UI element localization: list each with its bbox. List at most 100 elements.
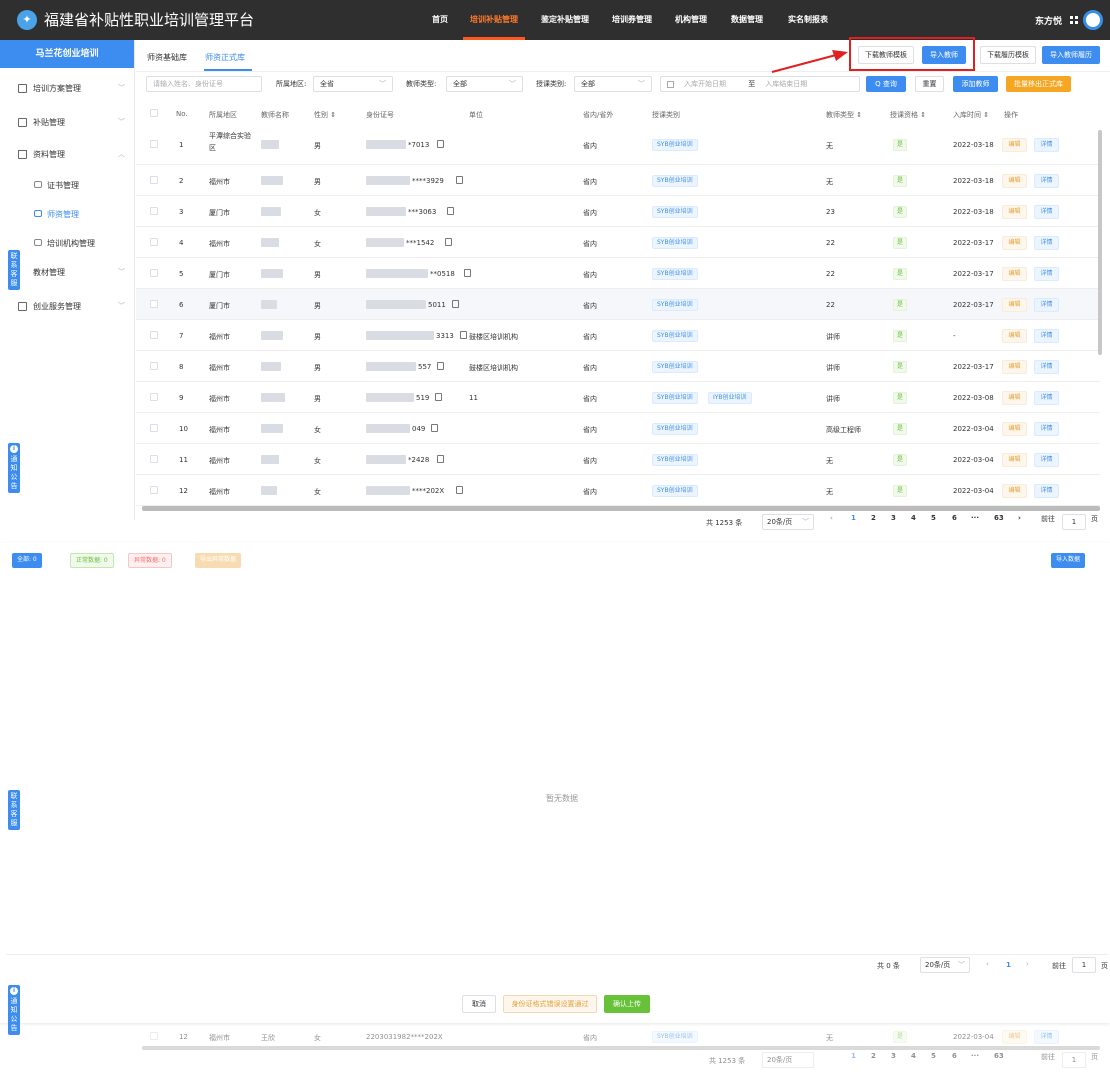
- tab-teacher-base[interactable]: 师资基础库: [147, 52, 187, 63]
- page-3[interactable]: 3: [891, 1052, 896, 1060]
- detail-button[interactable]: 详情: [1034, 236, 1059, 250]
- detail-button[interactable]: 详情: [1034, 360, 1059, 374]
- edit-button[interactable]: 编辑: [1002, 484, 1027, 498]
- copy-icon[interactable]: [464, 269, 471, 277]
- nav-training-subsidy[interactable]: 培训补贴管理: [470, 14, 518, 25]
- filter-normal[interactable]: 正常数据: 0: [70, 553, 114, 568]
- col-date[interactable]: 入库时间 ⇕: [953, 110, 989, 120]
- copy-icon[interactable]: [456, 486, 463, 494]
- page-4[interactable]: 4: [911, 514, 916, 522]
- search-input[interactable]: 请输入姓名、身份证号: [146, 76, 262, 92]
- detail-button[interactable]: 详情: [1034, 267, 1059, 281]
- edit-button[interactable]: 编辑: [1002, 236, 1027, 250]
- row-checkbox[interactable]: [150, 393, 158, 401]
- page-6[interactable]: 6: [952, 1052, 957, 1060]
- page-3[interactable]: 3: [891, 514, 896, 522]
- goto-input[interactable]: 1: [1062, 1052, 1086, 1068]
- reset-button[interactable]: 重置: [915, 76, 944, 92]
- page-ellipsis[interactable]: ···: [971, 1052, 979, 1060]
- nav-home[interactable]: 首页: [432, 14, 448, 25]
- copy-icon[interactable]: [435, 393, 442, 401]
- copy-icon[interactable]: [431, 424, 438, 432]
- nav-data[interactable]: 数据管理: [731, 14, 763, 25]
- row-checkbox[interactable]: [150, 331, 158, 339]
- edit-button[interactable]: 编辑: [1002, 267, 1027, 281]
- edit-button[interactable]: 编辑: [1002, 453, 1027, 467]
- next-page-icon[interactable]: ›: [1018, 514, 1021, 522]
- page-2[interactable]: 2: [871, 514, 876, 522]
- import-data-button[interactable]: 导入数据: [1051, 553, 1086, 568]
- col-teacher-type[interactable]: 教师类型 ⇕: [826, 110, 862, 120]
- sidebar-item-training-plan[interactable]: 培训方案管理 ﹀: [0, 79, 135, 99]
- row-checkbox[interactable]: [150, 455, 158, 463]
- page-size-select[interactable]: 20条/页: [762, 1052, 814, 1068]
- detail-button[interactable]: 详情: [1034, 298, 1059, 312]
- sidebar-header[interactable]: 马兰花创业培训: [0, 40, 134, 68]
- download-resume-template-button[interactable]: 下载履历模板: [980, 46, 1036, 64]
- notice-tab[interactable]: i 通知公告: [8, 443, 20, 493]
- edit-button[interactable]: 编辑: [1002, 298, 1027, 312]
- page-ellipsis[interactable]: ···: [971, 514, 979, 522]
- row-checkbox[interactable]: [150, 238, 158, 246]
- row-checkbox[interactable]: [150, 1032, 158, 1040]
- page-4[interactable]: 4: [911, 1052, 916, 1060]
- next-page-icon[interactable]: ›: [1026, 960, 1029, 968]
- add-teacher-button[interactable]: 添加教师: [953, 76, 998, 92]
- horizontal-scrollbar[interactable]: [142, 1046, 1100, 1050]
- vertical-scrollbar[interactable]: [1098, 130, 1102, 355]
- user-name[interactable]: 东方悦: [1035, 14, 1062, 27]
- import-resume-button[interactable]: 导入教师履历: [1042, 46, 1100, 64]
- row-checkbox[interactable]: [150, 486, 158, 494]
- page-5[interactable]: 5: [931, 514, 936, 522]
- detail-button[interactable]: 详情: [1034, 422, 1059, 436]
- detail-button[interactable]: 详情: [1034, 205, 1059, 219]
- edit-button[interactable]: 编辑: [1002, 205, 1027, 219]
- detail-button[interactable]: 详情: [1034, 329, 1059, 343]
- row-checkbox[interactable]: [150, 362, 158, 370]
- date-range-input[interactable]: 入库开始日期 至 入库结束日期: [660, 76, 860, 92]
- prev-page-icon[interactable]: ‹: [986, 960, 989, 968]
- detail-button[interactable]: 详情: [1034, 174, 1059, 188]
- edit-button[interactable]: 编辑: [1002, 391, 1027, 405]
- row-checkbox[interactable]: [150, 176, 158, 184]
- filter-all[interactable]: 全部: 0: [12, 553, 42, 568]
- page-1[interactable]: 1: [851, 514, 856, 522]
- export-abnormal-button[interactable]: 导出异常数据: [195, 553, 242, 568]
- copy-icon[interactable]: [456, 176, 463, 184]
- sidebar-item-textbooks[interactable]: 教材管理 ﹀: [0, 263, 135, 283]
- nav-institution[interactable]: 机构管理: [675, 14, 707, 25]
- row-checkbox[interactable]: [150, 140, 158, 148]
- edit-button[interactable]: 编辑: [1002, 174, 1027, 188]
- avatar[interactable]: [1083, 10, 1103, 30]
- row-checkbox[interactable]: [150, 300, 158, 308]
- col-gender[interactable]: 性别 ⇕: [314, 110, 336, 120]
- sidebar-item-materials[interactable]: 资料管理 ︿: [0, 145, 135, 165]
- sidebar-item-certificates[interactable]: 证书管理: [0, 176, 135, 196]
- copy-icon[interactable]: [437, 455, 444, 463]
- horizontal-scrollbar[interactable]: [142, 506, 1100, 511]
- apps-grid-icon[interactable]: [1070, 16, 1078, 24]
- nav-report[interactable]: 实名制报表: [788, 14, 828, 25]
- row-checkbox[interactable]: [150, 207, 158, 215]
- detail-button[interactable]: 详情: [1034, 453, 1059, 467]
- contact-service-tab-2[interactable]: 联系客服: [8, 790, 20, 830]
- cancel-button[interactable]: 取消: [462, 995, 496, 1013]
- row-checkbox[interactable]: [150, 269, 158, 277]
- region-select[interactable]: 全省 ﹀: [313, 76, 393, 92]
- tab-teacher-formal[interactable]: 师资正式库: [205, 52, 245, 63]
- edit-button[interactable]: 编辑: [1002, 1030, 1027, 1044]
- row-checkbox[interactable]: [150, 424, 158, 432]
- page-6[interactable]: 6: [952, 514, 957, 522]
- select-all-checkbox[interactable]: [150, 109, 158, 117]
- sidebar-item-startup-service[interactable]: 创业服务管理 ﹀: [0, 297, 135, 317]
- notice-tab-2[interactable]: i 通知公告: [8, 985, 20, 1035]
- confirm-upload-button[interactable]: 确认上传: [604, 995, 650, 1013]
- goto-input[interactable]: 1: [1062, 514, 1086, 530]
- page-2[interactable]: 2: [871, 1052, 876, 1060]
- copy-icon[interactable]: [445, 238, 452, 246]
- edit-button[interactable]: 编辑: [1002, 138, 1027, 152]
- sidebar-item-institutions[interactable]: 培训机构管理: [0, 234, 135, 254]
- query-button[interactable]: Q 查询: [866, 76, 906, 92]
- detail-button[interactable]: 详情: [1034, 138, 1059, 152]
- contact-service-tab[interactable]: 联系客服: [8, 250, 20, 290]
